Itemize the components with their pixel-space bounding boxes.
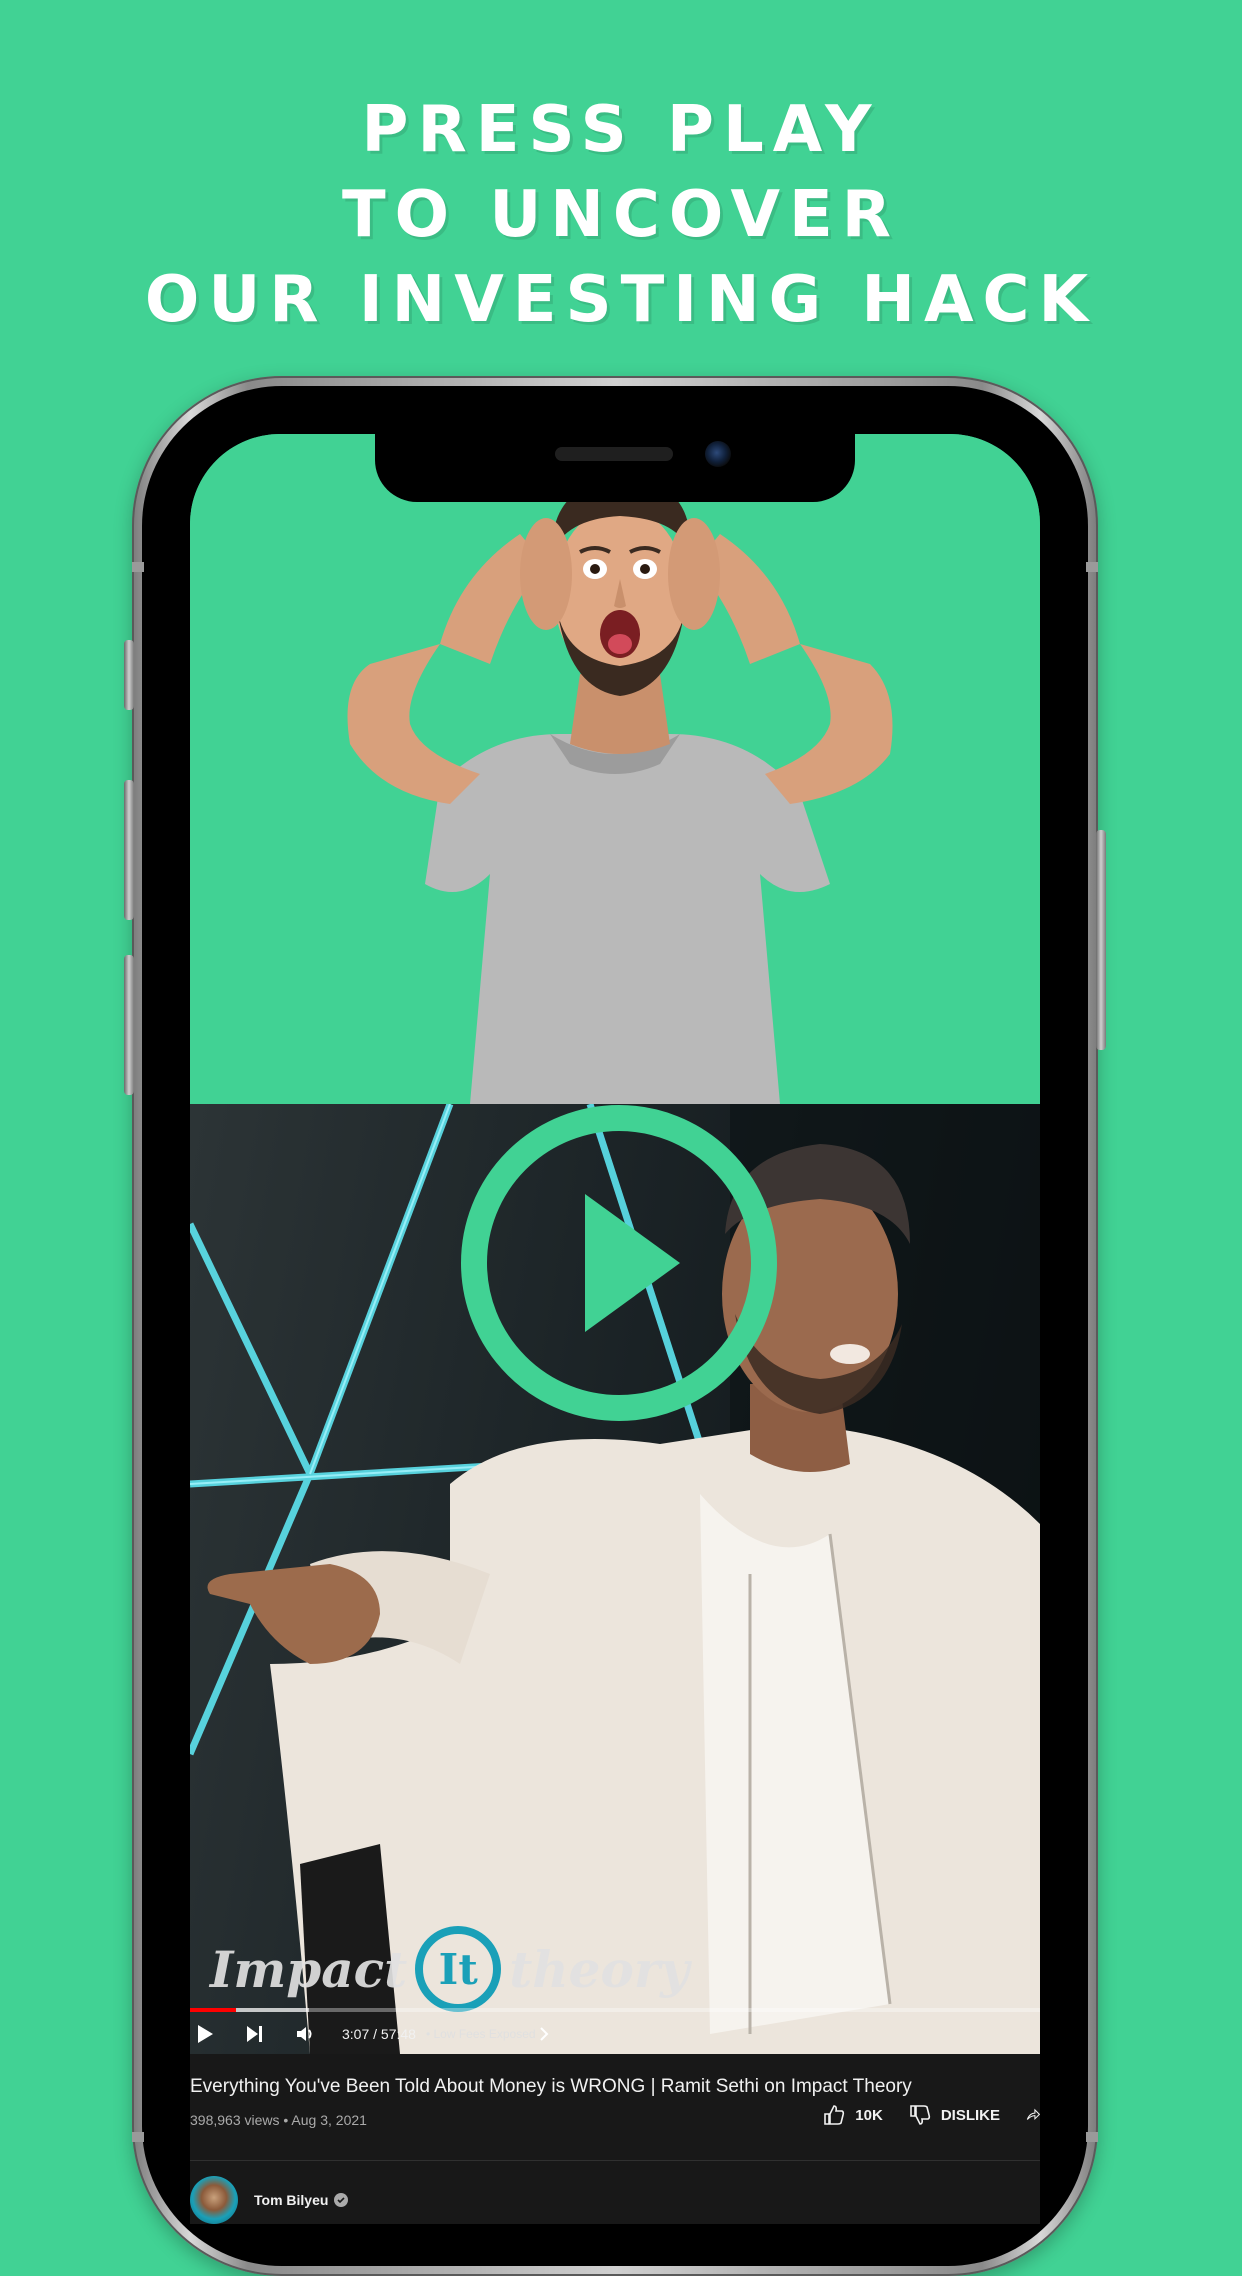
volume-up-button (124, 780, 134, 920)
earpiece-speaker (555, 447, 673, 461)
volume-down-button (124, 955, 134, 1095)
channel-name[interactable]: Tom Bilyeu (254, 2192, 349, 2208)
video-info: Everything You've Been Told About Money … (190, 2054, 1040, 2224)
hero-image (190, 434, 1040, 1104)
shocked-man-illustration (347, 479, 893, 1104)
progress-bar[interactable] (190, 2008, 1040, 2012)
share-button[interactable] (1026, 2104, 1040, 2126)
dislike-label: DISLIKE (940, 2106, 1000, 2124)
front-camera (705, 441, 731, 467)
antenna-band (132, 562, 144, 572)
video-title[interactable]: Everything You've Been Told About Money … (190, 2076, 912, 2098)
player-controls: 3:07 / 57:48 • Low Fees Exposed (190, 2014, 1040, 2054)
progress-played (190, 2008, 236, 2012)
channel-name-text: Tom Bilyeu (254, 2192, 329, 2208)
video-meta: 398,963 views • Aug 3, 2021 (190, 2112, 367, 2128)
headline-line-3: OUR INVESTING HACK (144, 263, 1098, 337)
silent-switch (124, 640, 134, 710)
play-icon[interactable] (190, 2019, 220, 2049)
channel-watermark: Impact It theory (210, 1924, 689, 2014)
share-icon (1026, 2108, 1040, 2121)
antenna-band (132, 2132, 144, 2142)
watermark-left: Impact (210, 1939, 408, 1999)
chapter-title[interactable]: • Low Fees Exposed (426, 2027, 536, 2041)
thumbs-up-icon (824, 2105, 845, 2125)
antenna-band (1086, 562, 1098, 572)
phone-notch (375, 424, 855, 502)
chevron-right-icon[interactable] (536, 2019, 552, 2049)
progress-buffered (235, 2008, 309, 2012)
headline: PRESS PLAY TO UNCOVER OUR INVESTING HACK (0, 88, 1242, 343)
phone-screen: Impact It theory 3:07 / 57:48 • Low Fees… (190, 434, 1040, 2224)
time-display: 3:07 / 57:48 (342, 2026, 416, 2042)
avatar[interactable] (190, 2176, 238, 2224)
verified-icon (334, 2193, 349, 2207)
like-count: 10K (855, 2106, 883, 2124)
skip-next-icon[interactable] (240, 2019, 270, 2049)
action-bar: 10K DISLIKE (823, 2104, 1040, 2126)
headline-line-1: PRESS PLAY (361, 93, 881, 167)
dislike-button[interactable]: DISLIKE (909, 2104, 1000, 2126)
divider (190, 2160, 1040, 2161)
headline-line-2: TO UNCOVER (341, 178, 901, 252)
channel-row[interactable]: Tom Bilyeu (190, 2176, 349, 2224)
video-player[interactable]: Impact It theory 3:07 / 57:48 • Low Fees… (190, 1104, 1040, 2054)
watermark-badge: It (415, 1926, 502, 2012)
power-button (1096, 830, 1106, 1050)
big-play-icon[interactable] (460, 1104, 778, 1422)
like-button[interactable]: 10K (823, 2104, 883, 2126)
volume-icon[interactable] (290, 2019, 320, 2049)
watermark-right: theory (509, 1939, 690, 1999)
thumbs-down-icon (910, 2105, 930, 2125)
antenna-band (1086, 2132, 1098, 2142)
